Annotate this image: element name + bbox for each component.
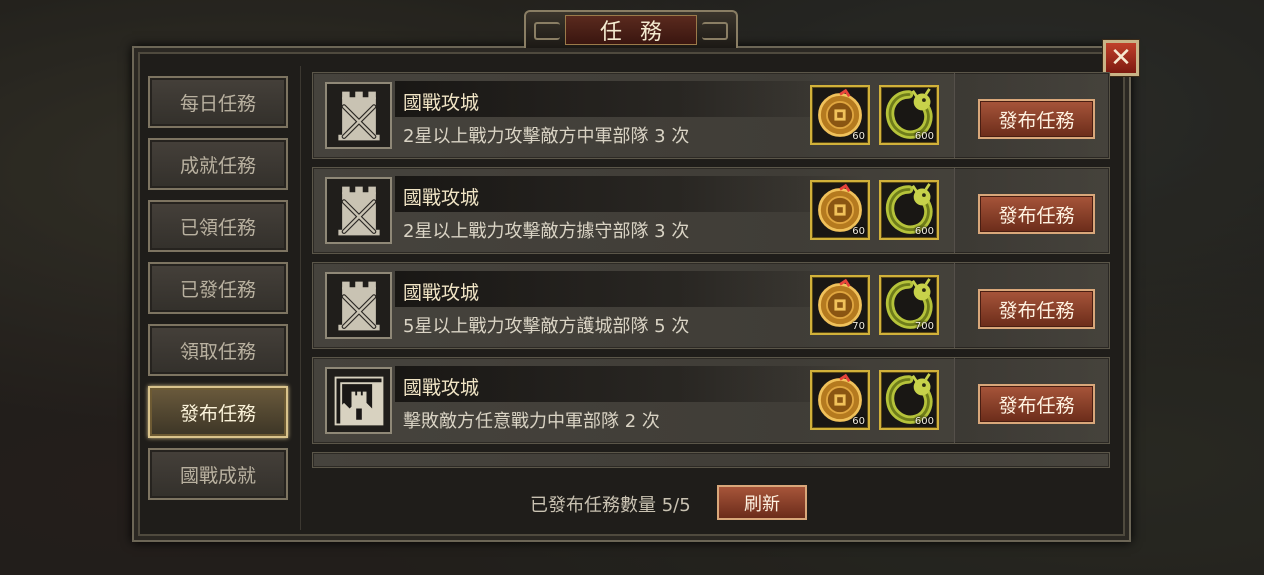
reward-slot[interactable]: 60 <box>810 85 870 145</box>
task-title: 國戰攻城 <box>403 92 480 114</box>
publish-task-button[interactable]: 發布任務 <box>978 99 1095 139</box>
tab-label: 領取任務 <box>179 340 256 363</box>
task-description: 擊敗敵方任意戰力中軍部隊 2 次 <box>403 411 660 432</box>
tab-claim-tasks[interactable]: 領取任務 <box>148 324 288 376</box>
publish-task-button[interactable]: 發布任務 <box>978 289 1095 329</box>
banner-tower-icon <box>334 376 383 425</box>
tab-achievement-tasks[interactable]: 成就任務 <box>148 138 288 190</box>
tower-crossed-swords-icon <box>329 276 389 336</box>
reward-quantity: 600 <box>914 226 934 237</box>
close-icon: ✕ <box>1110 43 1132 73</box>
tab-daily-tasks[interactable]: 每日任務 <box>148 76 288 128</box>
task-row: 國戰攻城 5星以上戰力攻擊敵方護城部隊 5 次 70 700 發布任務 <box>312 262 1111 349</box>
task-row: 國戰攻城 2星以上戰力攻擊敵方據守部隊 3 次 60 600 發布任務 <box>312 167 1111 254</box>
task-icon-box <box>325 367 392 434</box>
task-icon-box <box>325 177 392 244</box>
task-title: 國戰攻城 <box>403 282 480 304</box>
tab-label: 國戰成就 <box>179 464 256 487</box>
reward-quantity: 70 <box>852 321 865 332</box>
publish-task-button[interactable]: 發布任務 <box>978 194 1095 234</box>
task-row: 國戰攻城 擊敗敵方任意戰力中軍部隊 2 次 60 600 發布任務 <box>312 357 1111 444</box>
tab-received-tasks[interactable]: 已領任務 <box>148 200 288 252</box>
tab-label: 已領任務 <box>179 216 256 239</box>
task-title: 國戰攻城 <box>403 187 480 209</box>
tab-label: 已發任務 <box>179 278 256 301</box>
tab-label: 發布任務 <box>179 402 256 425</box>
close-button[interactable]: ✕ <box>1102 39 1140 77</box>
task-description: 2星以上戰力攻擊敵方據守部隊 3 次 <box>403 221 690 242</box>
reward-slot[interactable]: 60 <box>810 180 870 240</box>
reward-slot[interactable]: 700 <box>879 275 939 335</box>
title-ornament-left <box>534 22 560 40</box>
reward-quantity: 600 <box>914 131 934 142</box>
task-row-partial <box>312 452 1110 468</box>
title-ornament-right <box>702 22 728 40</box>
tab-label: 成就任務 <box>179 154 256 177</box>
tab-label: 每日任務 <box>179 92 256 115</box>
reward-quantity: 700 <box>914 321 934 332</box>
reward-slot[interactable]: 600 <box>879 370 939 430</box>
title-inner: 任務 <box>565 15 697 45</box>
reward-slot[interactable]: 60 <box>810 370 870 430</box>
task-icon-box <box>325 272 392 339</box>
reward-slot[interactable]: 600 <box>879 85 939 145</box>
refresh-button[interactable]: 刷新 <box>717 485 807 520</box>
reward-quantity: 60 <box>852 416 865 427</box>
tab-sent-tasks[interactable]: 已發任務 <box>148 262 288 314</box>
reward-slot[interactable]: 600 <box>879 180 939 240</box>
tab-war-achievements[interactable]: 國戰成就 <box>148 448 288 500</box>
publish-task-button[interactable]: 發布任務 <box>978 384 1095 424</box>
tower-crossed-swords-icon <box>329 86 389 146</box>
task-description: 5星以上戰力攻擊敵方護城部隊 5 次 <box>403 316 690 337</box>
published-task-count: 已發布任務數量 5/5 <box>530 495 691 516</box>
tab-publish-tasks[interactable]: 發布任務 <box>148 386 288 438</box>
window-title-plate: 任務 <box>524 10 738 48</box>
reward-quantity: 600 <box>914 416 934 427</box>
reward-quantity: 60 <box>852 226 865 237</box>
task-row: 國戰攻城 2星以上戰力攻擊敵方中軍部隊 3 次 60 600 發布任務 <box>312 72 1111 159</box>
task-title: 國戰攻城 <box>403 377 480 399</box>
reward-slot[interactable]: 70 <box>810 275 870 335</box>
window-title: 任務 <box>599 20 680 45</box>
task-description: 2星以上戰力攻擊敵方中軍部隊 3 次 <box>403 126 690 147</box>
tower-crossed-swords-icon <box>329 181 389 241</box>
reward-quantity: 60 <box>852 131 865 142</box>
task-icon-box <box>325 82 392 149</box>
sidebar-divider <box>300 66 301 530</box>
